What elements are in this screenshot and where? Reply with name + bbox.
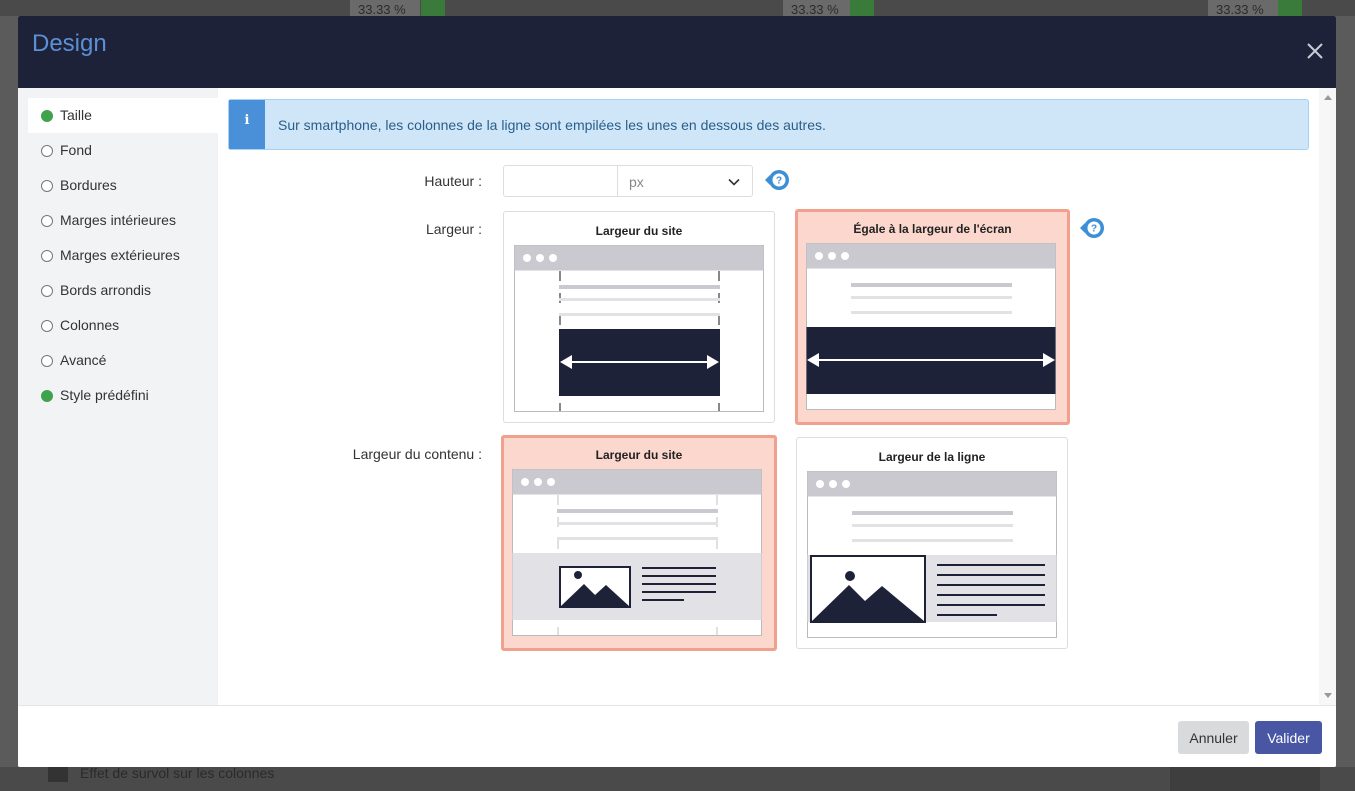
scroll-down-icon[interactable]	[1324, 693, 1332, 698]
option-title: Largeur du site	[595, 448, 683, 462]
option-title: Égale à la largeur de l'écran	[853, 222, 1012, 236]
status-dot-icon	[41, 250, 53, 262]
screen-width-illustration-icon	[806, 243, 1056, 410]
dialog-body: Taille Fond Bordures Marges intérieures …	[18, 88, 1336, 705]
sidebar-item-bordures[interactable]: Bordures	[28, 168, 218, 203]
status-dot-icon	[41, 320, 53, 332]
settings-content: i Sur smartphone, les colonnes de la lig…	[218, 88, 1336, 705]
option-title: Largeur de la ligne	[878, 450, 986, 464]
sidebar-item-label: Fond	[60, 142, 92, 158]
sidebar-item-label: Marges extérieures	[60, 247, 180, 263]
design-dialog: Design Taille Fond Bordures Marges intér…	[18, 16, 1336, 767]
svg-text:?: ?	[776, 176, 782, 187]
status-dot-icon	[41, 285, 53, 297]
scroll-up-icon[interactable]	[1324, 95, 1332, 100]
background-width-value: 33.33 %	[350, 0, 420, 16]
settings-sidebar: Taille Fond Bordures Marges intérieures …	[18, 88, 218, 705]
option-title: Largeur du site	[595, 224, 683, 238]
contenu-option-ligne[interactable]: Largeur de la ligne	[796, 437, 1068, 649]
close-icon[interactable]	[1304, 40, 1326, 62]
background-check-icon	[421, 0, 445, 16]
sidebar-item-taille[interactable]: Taille	[28, 98, 218, 133]
sidebar-item-label: Marges intérieures	[60, 212, 176, 228]
content-row-illustration-icon	[807, 471, 1057, 638]
validate-button[interactable]: Valider	[1255, 721, 1322, 754]
sidebar-item-label: Colonnes	[60, 317, 120, 333]
svg-text:?: ?	[1091, 224, 1097, 235]
status-dot-icon	[41, 215, 53, 227]
dialog-footer: Annuler Valider	[18, 705, 1336, 767]
background-check-icon	[1278, 0, 1302, 16]
help-icon[interactable]: ?	[1078, 216, 1106, 240]
dialog-header: Design	[18, 16, 1336, 88]
sidebar-item-label: Taille	[60, 107, 92, 123]
scrollbar[interactable]	[1319, 88, 1336, 705]
unit-select[interactable]: px	[617, 165, 753, 197]
background-row-label: Effet de survol sur les colonnes	[80, 765, 275, 781]
hauteur-input[interactable]	[503, 165, 618, 197]
largeur-option-site[interactable]: Largeur du site	[503, 211, 775, 423]
largeur-option-ecran[interactable]: Égale à la largeur de l'écran	[795, 209, 1070, 425]
sidebar-item-fond[interactable]: Fond	[28, 133, 218, 168]
sidebar-item-label: Avancé	[60, 352, 107, 368]
background-check-icon	[850, 0, 874, 16]
contenu-option-site[interactable]: Largeur du site	[501, 435, 777, 651]
sidebar-item-marges-exterieures[interactable]: Marges extérieures	[28, 238, 218, 273]
sidebar-item-label: Bords arrondis	[60, 282, 152, 298]
status-dot-icon	[41, 390, 53, 402]
content-site-illustration-icon	[512, 469, 762, 636]
status-dot-icon	[41, 180, 53, 192]
site-width-illustration-icon	[514, 245, 764, 412]
background-tools	[1170, 767, 1320, 791]
cancel-button[interactable]: Annuler	[1178, 721, 1249, 754]
hauteur-label: Hauteur :	[424, 173, 482, 189]
status-dot-icon	[41, 355, 53, 367]
chevron-down-icon	[728, 178, 740, 186]
sidebar-item-label: Style prédéfini	[60, 387, 149, 403]
sidebar-item-avance[interactable]: Avancé	[28, 343, 218, 378]
largeur-label: Largeur :	[425, 221, 482, 237]
contenu-label: Largeur du contenu :	[352, 446, 482, 462]
background-width-value: 33.33 %	[783, 0, 853, 16]
help-icon[interactable]: ?	[763, 168, 791, 192]
status-dot-icon	[41, 110, 53, 122]
background-row-icon	[48, 766, 68, 782]
sidebar-item-bords-arrondis[interactable]: Bords arrondis	[28, 273, 218, 308]
sidebar-item-style-predefini[interactable]: Style prédéfini	[28, 378, 218, 413]
info-text: Sur smartphone, les colonnes de la ligne…	[278, 117, 826, 133]
sidebar-item-colonnes[interactable]: Colonnes	[28, 308, 218, 343]
background-toolbar	[0, 0, 1355, 16]
dialog-title: Design	[32, 30, 107, 57]
sidebar-item-marges-interieures[interactable]: Marges intérieures	[28, 203, 218, 238]
background-width-value: 33.33 %	[1208, 0, 1278, 16]
info-icon: i	[229, 100, 265, 149]
info-alert: i Sur smartphone, les colonnes de la lig…	[228, 99, 1309, 150]
unit-select-value: px	[629, 174, 644, 190]
status-dot-icon	[41, 145, 53, 157]
sidebar-item-label: Bordures	[60, 177, 117, 193]
